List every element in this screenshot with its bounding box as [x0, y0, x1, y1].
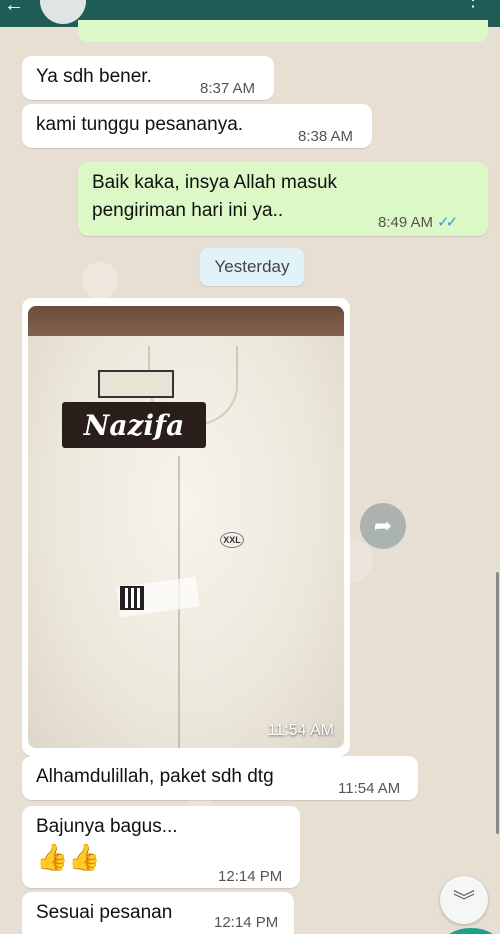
message-bubble-outgoing[interactable]: Baik kaka, insya Allah masuk pengiriman … [78, 162, 488, 236]
message-text: pengiriman hari ini ya.. [92, 200, 284, 221]
message-bubble[interactable]: Ya sdh bener. 8:37 AM [22, 56, 274, 100]
message-text: Baik kaka, insya Allah masuk [92, 172, 338, 193]
message-time: 8:38 AM [298, 128, 354, 145]
back-arrow-icon[interactable]: ← [4, 0, 24, 17]
message-text: kami tunggu pesananya. [36, 114, 244, 135]
message-time: 8:37 AM [200, 80, 256, 97]
message-time: 12:14 PM [214, 914, 279, 931]
size-label: XXL [220, 532, 244, 548]
qr-code-icon [120, 586, 144, 610]
message-text: Alhamdulillah, paket sdh dtg [36, 766, 274, 787]
scrollbar[interactable] [496, 572, 499, 834]
thumbs-up-icon: 👍👍 [36, 842, 101, 872]
message-bubble[interactable]: kami tunggu pesananya. 8:38 AM [22, 104, 372, 148]
message-text: Sesuai pesanan [36, 902, 173, 923]
brand-tag-logo [98, 370, 174, 398]
message-bubble[interactable]: Bajunya bagus... 👍👍 12:14 PM [22, 806, 300, 888]
message-time: 11:54 AM [338, 780, 401, 797]
product-photo[interactable]: Nazifa XXL 11:54 AM [28, 306, 344, 748]
previous-outgoing-bubble [78, 20, 488, 42]
date-separator: Yesterday [200, 248, 304, 286]
forward-share-icon[interactable]: ➦ [360, 503, 406, 549]
message-text: Ya sdh bener. [36, 66, 152, 87]
double-chevron-down-icon[interactable]: ︾ [440, 876, 488, 924]
message-bubble[interactable]: Alhamdulillah, paket sdh dtg 11:54 AM [22, 756, 418, 800]
message-time: 8:49 AM [378, 214, 434, 231]
brand-tag: Nazifa [62, 402, 206, 448]
image-message-bubble[interactable]: Nazifa XXL 11:54 AM [22, 298, 350, 756]
message-text: Bajunya bagus... [36, 816, 178, 837]
menu-icon[interactable]: ⋮ [464, 0, 482, 11]
message-bubble[interactable]: Sesuai pesanan 12:14 PM [22, 892, 294, 934]
message-time: 11:54 AM [267, 722, 334, 739]
double-check-icon: ✓✓ [437, 214, 458, 231]
message-time: 12:14 PM [218, 868, 283, 885]
